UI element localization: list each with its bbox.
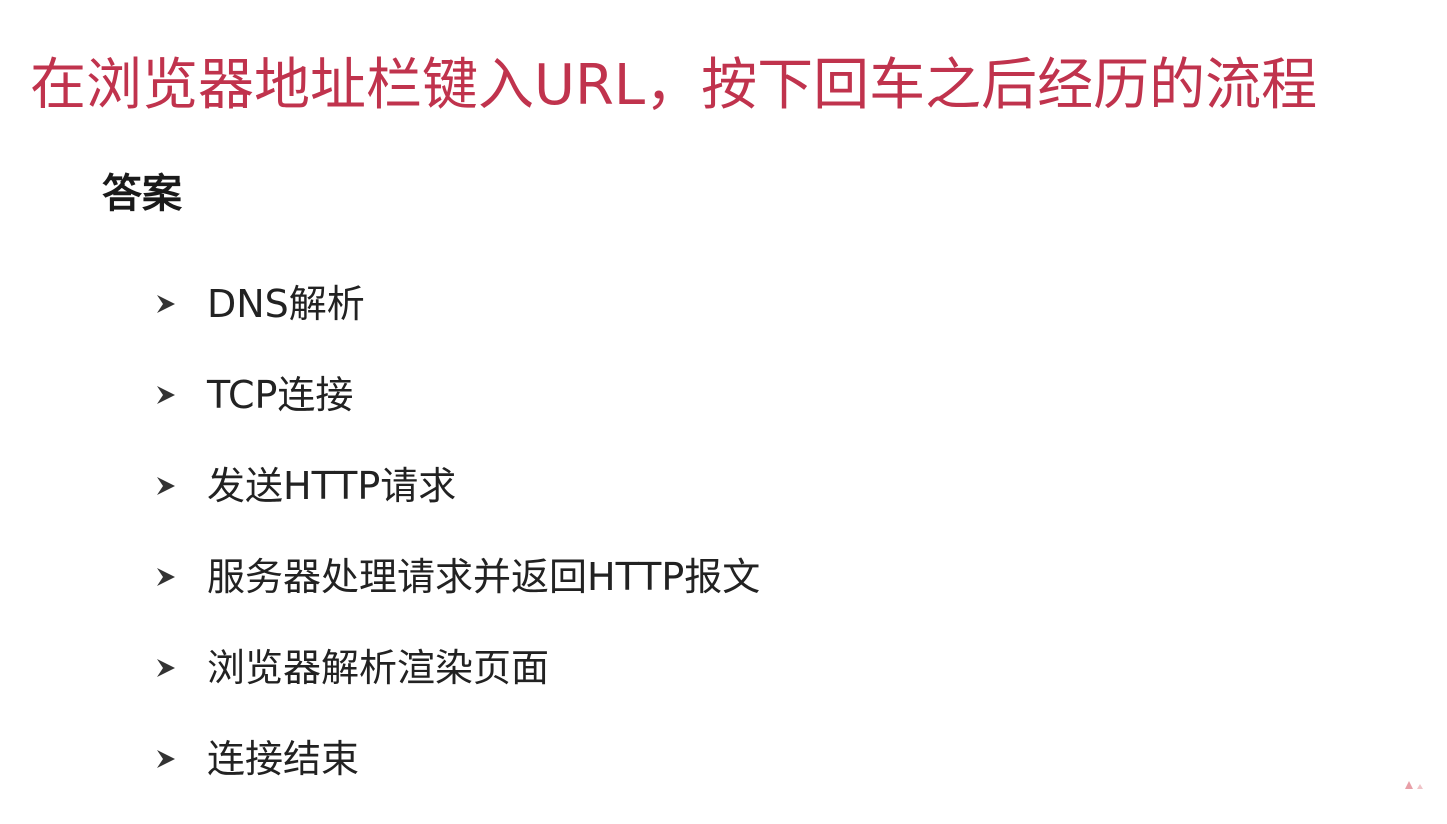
list-item-label: TCP连接 (207, 373, 354, 417)
answer-list: DNS解析 TCP连接 发送HTTP请求 服务器处理请求并返回HTTP报文 浏览… (155, 278, 760, 824)
list-item: 服务器处理请求并返回HTTP报文 (155, 551, 760, 642)
list-item-label: DNS解析 (207, 282, 365, 326)
list-item: DNS解析 (155, 278, 760, 369)
list-item: 连接结束 (155, 733, 760, 824)
list-item-label: 服务器处理请求并返回HTTP报文 (207, 555, 761, 599)
list-item: TCP连接 (155, 369, 760, 460)
arrowhead-bullet-icon (155, 642, 207, 694)
arrowhead-bullet-icon (155, 551, 207, 603)
list-item-label: 连接结束 (207, 737, 360, 781)
answer-heading: 答案 (102, 171, 182, 217)
slide: 在浏览器地址栏键入URL，按下回车之后经历的流程 答案 DNS解析 TCP连接 … (0, 0, 1447, 791)
arrowhead-bullet-icon (155, 733, 207, 785)
corner-decoration-icon (1405, 781, 1423, 789)
arrowhead-bullet-icon (155, 278, 207, 330)
arrowhead-bullet-icon (155, 369, 207, 421)
list-item-label: 发送HTTP请求 (207, 464, 457, 508)
list-item: 浏览器解析渲染页面 (155, 642, 760, 733)
list-item-label: 浏览器解析渲染页面 (207, 646, 550, 690)
slide-title: 在浏览器地址栏键入URL，按下回车之后经历的流程 (30, 53, 1318, 118)
arrowhead-bullet-icon (155, 460, 207, 512)
list-item: 发送HTTP请求 (155, 460, 760, 551)
